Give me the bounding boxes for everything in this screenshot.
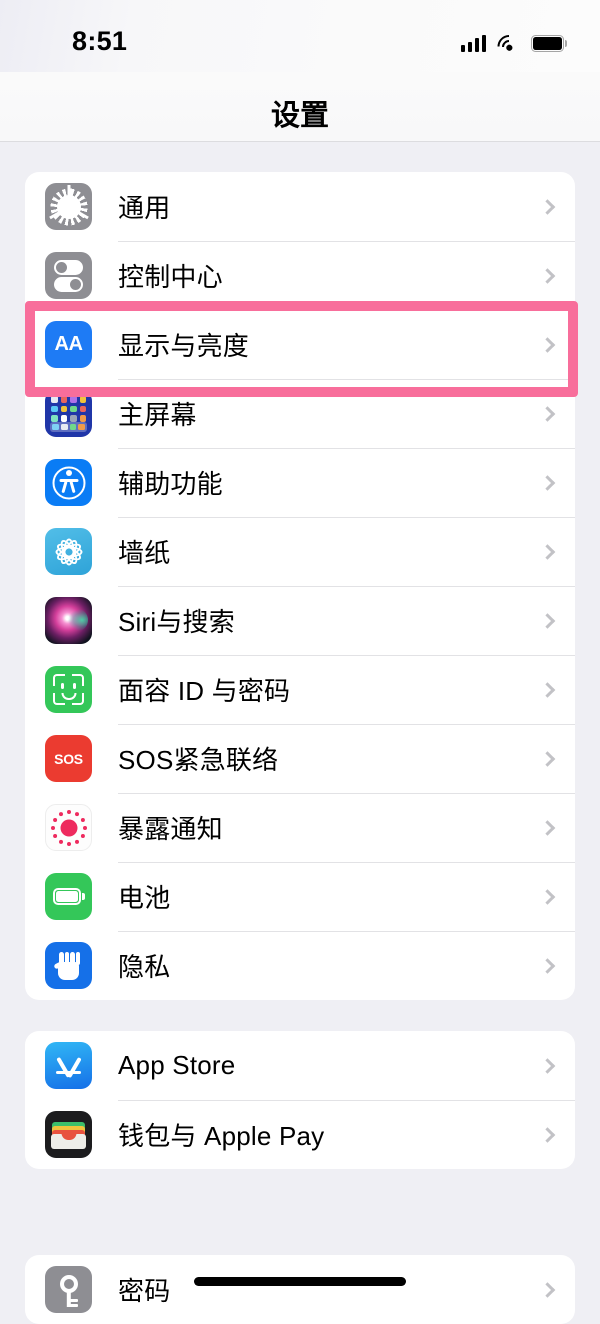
home-screen-icon: [45, 390, 92, 437]
status-bar-indicators: [460, 30, 568, 63]
settings-row-label: Siri与搜索: [118, 607, 235, 637]
settings-row-passwords-key[interactable]: 密码: [25, 1255, 575, 1324]
exposure-notification-icon: [45, 804, 92, 851]
settings-row-wallpaper[interactable]: 墙纸: [25, 517, 575, 586]
passwords-key-icon: [45, 1266, 92, 1313]
privacy-hand-icon: [45, 942, 92, 989]
battery-icon: [45, 873, 92, 920]
chevron-right-icon: [539, 405, 556, 422]
status-bar-time: 8:51: [72, 26, 128, 56]
chevron-right-icon: [539, 750, 556, 767]
face-id-icon: [45, 666, 92, 713]
settings-row-label: App Store: [118, 1050, 236, 1080]
settings-row-display-brightness[interactable]: AA 显示与亮度: [25, 310, 575, 379]
chevron-right-icon: [539, 198, 556, 215]
wallet-icon: [45, 1111, 92, 1158]
settings-row-label: 辅助功能: [118, 469, 223, 499]
chevron-right-icon: [539, 267, 556, 284]
navigation-header: 设置: [0, 72, 600, 142]
app-store-icon: [45, 1042, 92, 1089]
battery-full-icon: [531, 35, 568, 52]
settings-row-label: 暴露通知: [118, 814, 223, 844]
settings-row-app-store[interactable]: App Store: [25, 1031, 575, 1100]
control-center-icon: [45, 252, 92, 299]
settings-list[interactable]: 通用控制中心 AA 显示与亮度主屏幕辅助功能墙纸 Siri与搜索面容 ID 与密码 SO…: [0, 142, 600, 1324]
settings-row-siri[interactable]: Siri与搜索: [25, 586, 575, 655]
settings-group-3: 密码: [25, 1255, 575, 1324]
settings-row-privacy-hand[interactable]: 隐私: [25, 931, 575, 1000]
settings-row-label: 显示与亮度: [118, 331, 250, 361]
settings-row-battery[interactable]: 电池: [25, 862, 575, 931]
sos-icon: SOS: [45, 735, 92, 782]
chevron-right-icon: [539, 819, 556, 836]
settings-group-2: App Store 钱包与 Apple Pay: [25, 1031, 575, 1169]
chevron-right-icon: [539, 543, 556, 560]
chevron-right-icon: [539, 957, 556, 974]
settings-row-label: 钱包与 Apple Pay: [118, 1121, 325, 1151]
settings-row-label: 通用: [118, 193, 171, 223]
settings-row-label: 面容 ID 与密码: [118, 676, 291, 706]
page-title: 设置: [270, 100, 329, 132]
wallpaper-icon: [45, 528, 92, 575]
home-indicator: [194, 1277, 406, 1286]
settings-row-label: 墙纸: [118, 538, 171, 568]
chevron-right-icon: [539, 1057, 556, 1074]
chevron-right-icon: [539, 1126, 556, 1143]
gear-icon: [45, 183, 92, 230]
settings-row-exposure-notification[interactable]: 暴露通知: [25, 793, 575, 862]
settings-row-label: 控制中心: [118, 262, 223, 292]
settings-row-label: 密码: [118, 1276, 171, 1306]
settings-row-label: 电池: [118, 883, 171, 913]
chevron-right-icon: [539, 1281, 556, 1298]
settings-row-home-screen[interactable]: 主屏幕: [25, 379, 575, 448]
settings-row-face-id[interactable]: 面容 ID 与密码: [25, 655, 575, 724]
settings-row-gear[interactable]: 通用: [25, 172, 575, 241]
settings-row-sos[interactable]: SOS SOS紧急联络: [25, 724, 575, 793]
display-brightness-icon: AA: [45, 321, 92, 368]
chevron-right-icon: [539, 612, 556, 629]
settings-row-wallet[interactable]: 钱包与 Apple Pay: [25, 1100, 575, 1169]
settings-row-control-center[interactable]: 控制中心: [25, 241, 575, 310]
chevron-right-icon: [539, 474, 556, 491]
status-bar: 8:51: [0, 0, 600, 72]
settings-group-1: 通用控制中心 AA 显示与亮度主屏幕辅助功能墙纸 Siri与搜索面容 ID 与密码 SO…: [25, 172, 575, 1000]
settings-row-label: 主屏幕: [118, 400, 197, 430]
signal-bars-icon: [460, 34, 486, 52]
chevron-right-icon: [539, 336, 556, 353]
settings-row-label: 隐私: [118, 952, 171, 982]
chevron-right-icon: [539, 888, 556, 905]
siri-icon: [45, 597, 92, 644]
chevron-right-icon: [539, 681, 556, 698]
settings-row-label: SOS紧急联络: [118, 745, 279, 775]
settings-row-accessibility[interactable]: 辅助功能: [25, 448, 575, 517]
accessibility-icon: [45, 459, 92, 506]
wifi-icon: [492, 30, 525, 63]
